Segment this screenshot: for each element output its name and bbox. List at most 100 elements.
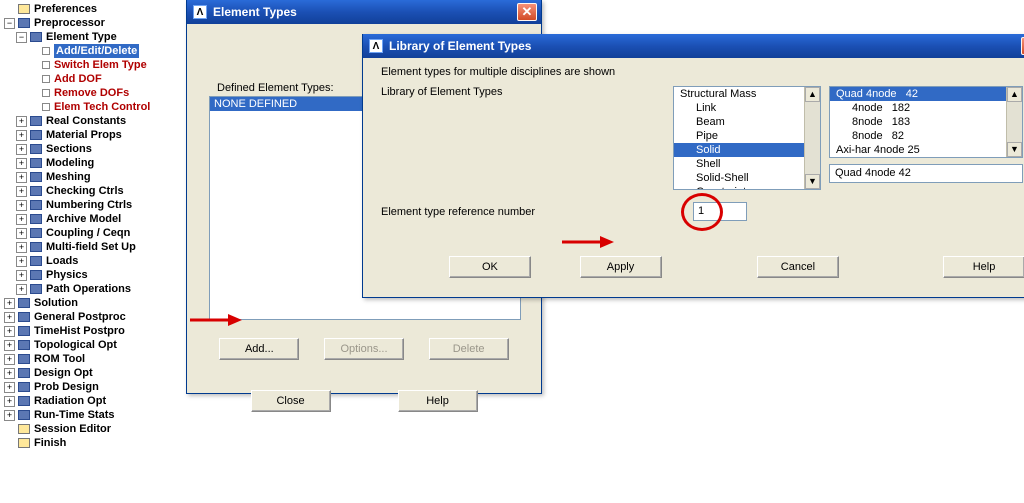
expand-icon[interactable]: + — [4, 354, 15, 365]
expand-icon[interactable]: + — [16, 172, 27, 183]
leaf-icon — [42, 75, 50, 83]
expand-icon[interactable]: + — [16, 116, 27, 127]
tree-remove-dofs[interactable]: Remove DOFs — [4, 86, 156, 100]
scrollbar[interactable]: ▲▼ — [804, 87, 820, 189]
scroll-down-icon[interactable]: ▼ — [1007, 142, 1022, 157]
tree-add-edit-delete[interactable]: Add/Edit/Delete — [4, 44, 156, 58]
tree-label: Preprocessor — [34, 16, 105, 30]
tree-checking-ctrls[interactable]: +Checking Ctrls — [4, 184, 156, 198]
list-item[interactable]: Structural Mass — [674, 87, 820, 101]
ref-number-label: Element type reference number — [381, 206, 535, 218]
tree-prob-design[interactable]: + Prob Design — [4, 380, 156, 394]
tree-finish[interactable]: Finish — [4, 436, 156, 450]
tree-physics[interactable]: +Physics — [4, 268, 156, 282]
scroll-down-icon[interactable]: ▼ — [805, 174, 820, 189]
list-item[interactable]: 4node 182 — [830, 101, 1022, 115]
tree-session-editor[interactable]: Session Editor — [4, 422, 156, 436]
apply-button[interactable]: Apply — [580, 256, 662, 278]
expand-icon[interactable]: + — [4, 298, 15, 309]
tree-label: Run-Time Stats — [34, 408, 114, 422]
list-item[interactable]: Shell — [674, 157, 820, 171]
tree-solution[interactable]: +Solution — [4, 296, 156, 310]
tree-general-postproc[interactable]: +General Postproc — [4, 310, 156, 324]
collapse-icon[interactable]: − — [16, 32, 27, 43]
list-item[interactable]: 8node 82 — [830, 129, 1022, 143]
list-item[interactable]: Solid — [674, 143, 820, 157]
element-listbox[interactable]: Quad 4node 42 4node 182 8node 183 8node … — [829, 86, 1023, 158]
folder-icon — [18, 18, 30, 28]
expand-icon[interactable]: + — [16, 228, 27, 239]
tree-label: Preferences — [34, 2, 97, 16]
tree-real-constants[interactable]: +Real Constants — [4, 114, 156, 128]
list-item[interactable]: Pipe — [674, 129, 820, 143]
tree-elem-tech[interactable]: Elem Tech Control — [4, 100, 156, 114]
list-item[interactable]: Axi-har 4node 25 — [830, 143, 1022, 157]
list-item[interactable]: 8node 83 — [830, 157, 1022, 158]
titlebar[interactable]: Λ Library of Element Types ✕ — [363, 34, 1024, 58]
tree-sections[interactable]: +Sections — [4, 142, 156, 156]
scrollbar[interactable]: ▲▼ — [1006, 87, 1022, 157]
expand-icon[interactable]: + — [16, 186, 27, 197]
tree-topo-opt[interactable]: +Topological Opt — [4, 338, 156, 352]
cancel-button[interactable]: Cancel — [757, 256, 839, 278]
tree-label: Finish — [34, 436, 66, 450]
tree-radiation-opt[interactable]: +Radiation Opt — [4, 394, 156, 408]
tree-label: Prob Design — [34, 380, 99, 394]
list-item[interactable]: Constraint — [674, 185, 820, 190]
tree-rom-tool[interactable]: +ROM Tool — [4, 352, 156, 366]
expand-icon[interactable]: + — [16, 158, 27, 169]
expand-icon[interactable]: + — [16, 242, 27, 253]
expand-icon[interactable]: + — [16, 144, 27, 155]
folder-icon — [30, 130, 42, 140]
expand-icon[interactable]: + — [16, 200, 27, 211]
list-item[interactable]: Quad 4node 42 — [830, 87, 1022, 101]
ref-number-input[interactable]: 1 — [693, 202, 747, 221]
help-button[interactable]: Help — [943, 256, 1024, 278]
expand-icon[interactable]: + — [4, 326, 15, 337]
expand-icon[interactable]: + — [4, 382, 15, 393]
tree-meshing[interactable]: +Meshing — [4, 170, 156, 184]
tree-modeling[interactable]: + Modeling — [4, 156, 156, 170]
expand-icon[interactable]: + — [16, 256, 27, 267]
list-item[interactable]: Solid-Shell — [674, 171, 820, 185]
scroll-up-icon[interactable]: ▲ — [805, 87, 820, 102]
list-item[interactable]: Beam — [674, 115, 820, 129]
collapse-icon[interactable]: − — [4, 18, 15, 29]
scroll-up-icon[interactable]: ▲ — [1007, 87, 1022, 102]
titlebar[interactable]: Λ Element Types ✕ — [187, 0, 541, 24]
ok-button[interactable]: OK — [449, 256, 531, 278]
close-button[interactable]: Close — [251, 390, 331, 412]
tree-label: Modeling — [46, 156, 94, 170]
tree-material-props[interactable]: +Material Props — [4, 128, 156, 142]
list-item[interactable]: Link — [674, 101, 820, 115]
expand-icon[interactable]: + — [4, 340, 15, 351]
category-listbox[interactable]: Structural Mass Link Beam Pipe Solid She… — [673, 86, 821, 190]
tree-timehist[interactable]: +TimeHist Postpro — [4, 324, 156, 338]
tree-loads[interactable]: +Loads — [4, 254, 156, 268]
tree-preferences[interactable]: Preferences — [4, 2, 156, 16]
tree-path-ops[interactable]: +Path Operations — [4, 282, 156, 296]
help-button[interactable]: Help — [398, 390, 478, 412]
list-item[interactable]: 8node 183 — [830, 115, 1022, 129]
tree-run-time[interactable]: + Run-Time Stats — [4, 408, 156, 422]
tree-switch-elem[interactable]: Switch Elem Type — [4, 58, 156, 72]
tree-preprocessor[interactable]: − Preprocessor — [4, 16, 156, 30]
tree-multi-field[interactable]: +Multi-field Set Up — [4, 240, 156, 254]
tree-numbering-ctrls[interactable]: +Numbering Ctrls — [4, 198, 156, 212]
expand-icon[interactable]: + — [4, 396, 15, 407]
expand-icon[interactable]: + — [4, 410, 15, 421]
tree-design-opt[interactable]: +Design Opt — [4, 366, 156, 380]
expand-icon[interactable]: + — [4, 368, 15, 379]
expand-icon[interactable]: + — [16, 270, 27, 281]
expand-icon[interactable]: + — [4, 312, 15, 323]
tree-element-type[interactable]: −Element Type — [4, 30, 156, 44]
selected-element-field[interactable]: Quad 4node 42 — [829, 164, 1023, 183]
close-icon[interactable]: ✕ — [517, 3, 537, 21]
add-button[interactable]: Add... — [219, 338, 299, 360]
tree-archive-model[interactable]: +Archive Model — [4, 212, 156, 226]
expand-icon[interactable]: + — [16, 214, 27, 225]
tree-add-dof[interactable]: Add DOF — [4, 72, 156, 86]
tree-coupling-ceqn[interactable]: +Coupling / Ceqn — [4, 226, 156, 240]
expand-icon[interactable]: + — [16, 284, 27, 295]
expand-icon[interactable]: + — [16, 130, 27, 141]
